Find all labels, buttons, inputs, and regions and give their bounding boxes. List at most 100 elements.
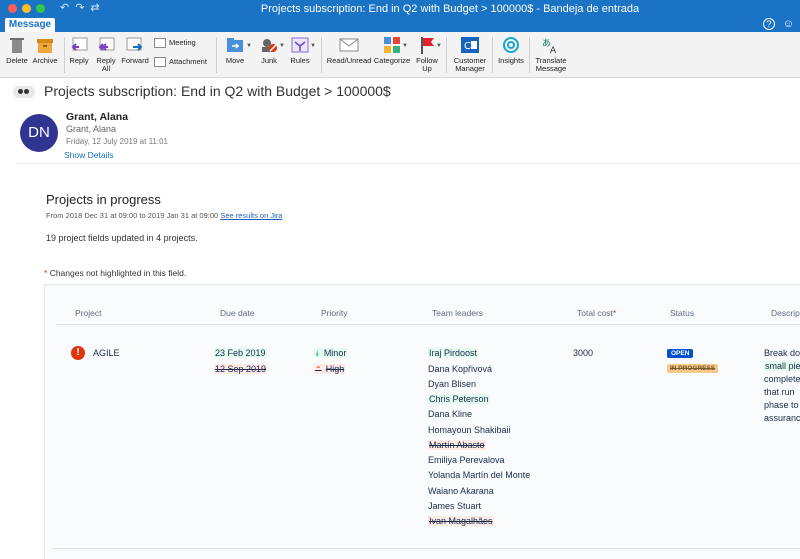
- svg-text:C: C: [464, 41, 471, 52]
- team-leader: Waiano Akarana: [428, 486, 494, 496]
- follow-up-label-2: Up: [422, 64, 432, 73]
- ribbon-tab-row: Message ? ☺: [0, 18, 800, 32]
- description-line: phase to: [764, 400, 799, 410]
- chevron-down-icon[interactable]: ▼: [279, 43, 285, 49]
- attachment-label: Attachment: [169, 56, 207, 66]
- junk-button[interactable]: Junk: [256, 36, 282, 65]
- window-title: Projects subscription: End in Q2 with Bu…: [260, 3, 640, 15]
- svg-text:A: A: [550, 46, 557, 54]
- chevron-double-down-icon: ⯯: [315, 349, 320, 358]
- folder-move-icon: [225, 36, 245, 54]
- sender-name[interactable]: Grant, Alana: [66, 111, 128, 123]
- categorize-button[interactable]: Categorize: [373, 36, 411, 65]
- archive-box-icon: [35, 36, 55, 54]
- title-bar: ↶↷⇄ Projects subscription: End in Q2 wit…: [0, 0, 800, 18]
- update-summary: 19 project fields updated in 4 projects.: [46, 233, 198, 243]
- calendar-icon: [154, 38, 166, 48]
- email-date: Friday, 12 July 2019 at 11:01: [66, 137, 168, 146]
- reply-button[interactable]: Reply: [68, 36, 90, 65]
- customer-manager-label-2: Manager: [455, 64, 485, 73]
- follow-up-button[interactable]: Follow Up: [414, 36, 440, 73]
- ribbon-divider: [492, 37, 493, 73]
- read-unread-label: Read/Unread: [326, 56, 372, 65]
- trash-icon: [7, 36, 27, 54]
- feedback-smiley-icon[interactable]: ☺: [783, 18, 794, 30]
- due-date-new-value: 23 Feb 2019: [214, 348, 267, 358]
- due-date-old-value: 12 Sep 2019: [214, 364, 268, 374]
- help-icon[interactable]: ?: [763, 18, 775, 30]
- show-details-link[interactable]: Show Details: [64, 150, 114, 160]
- archive-button[interactable]: Archive: [31, 36, 59, 65]
- envelope-icon: [339, 36, 359, 54]
- due-date-new: 23 Feb 2019: [214, 348, 267, 358]
- team-leader: Chris Peterson: [428, 394, 490, 404]
- sender-recipient: Grant, Alana: [66, 124, 117, 134]
- chevron-down-icon[interactable]: ▼: [436, 43, 442, 49]
- team-leader: Martín Abasto: [428, 440, 486, 450]
- reply-all-button[interactable]: Reply All: [94, 36, 118, 73]
- rules-button[interactable]: Rules: [288, 36, 312, 65]
- chevron-down-icon[interactable]: ▼: [246, 43, 252, 49]
- conversation-icon[interactable]: [13, 86, 35, 98]
- undo-redo-sync-icons[interactable]: ↶↷⇄: [60, 1, 106, 14]
- customer-manager-button[interactable]: C Customer Manager: [452, 36, 488, 73]
- meeting-label: Meeting: [169, 37, 196, 47]
- team-leader-name: Chris Peterson: [428, 394, 490, 404]
- header-status: Status: [670, 308, 695, 318]
- total-cost-value: 3000: [573, 348, 594, 358]
- row-divider: [52, 548, 800, 549]
- error-icon: !: [71, 346, 85, 360]
- team-leader-name: Ivan Magalhães: [428, 516, 494, 526]
- reply-icon: [69, 36, 89, 54]
- see-results-link[interactable]: See results on Jira: [220, 211, 282, 220]
- description-line: that run: [764, 387, 795, 397]
- priority-old: ⌃ High: [314, 364, 346, 374]
- meeting-button[interactable]: Meeting: [154, 38, 212, 48]
- team-leader: Homayoun Shakibaii: [428, 425, 511, 435]
- delete-label: Delete: [6, 56, 28, 65]
- minimize-window-button[interactable]: [22, 4, 31, 13]
- ribbon-toolbar: Delete Archive Reply Reply All Forward M…: [0, 32, 800, 78]
- forward-button[interactable]: Forward: [121, 36, 149, 65]
- ribbon-divider: [216, 37, 217, 73]
- description-line: Break do: [764, 348, 800, 358]
- insights-label: Insights: [498, 56, 524, 65]
- move-label: Move: [225, 56, 245, 65]
- status-badge-old: IN PROGRESS: [667, 364, 719, 373]
- tab-message[interactable]: Message: [5, 18, 55, 32]
- header-total-cost-label: Total cost: [577, 308, 613, 318]
- header-priority: Priority: [321, 308, 348, 318]
- junk-icon: [259, 36, 279, 54]
- insights-button[interactable]: Insights: [496, 36, 526, 65]
- project-name[interactable]: AGILE: [93, 348, 120, 358]
- insights-icon: [501, 36, 521, 54]
- team-leader: Dyan Blisen: [428, 379, 477, 389]
- team-leader-name: Iraj Pirdoost: [428, 348, 479, 358]
- header-team-leaders: Team leaders: [432, 308, 484, 318]
- rules-icon: [290, 36, 310, 54]
- close-window-button[interactable]: [8, 4, 17, 13]
- chevron-down-icon[interactable]: ▼: [310, 43, 316, 49]
- date-range-text: From 2018 Dec 31 at 09:00 to 2019 Jan 31…: [46, 211, 219, 220]
- subject-row: Projects subscription: End in Q2 with Bu…: [0, 78, 800, 106]
- team-leader-name: Martín Abasto: [428, 440, 486, 450]
- move-button[interactable]: Move: [222, 36, 248, 65]
- changes-note-text: Changes not highlighted in this field.: [49, 268, 187, 278]
- delete-button[interactable]: Delete: [5, 36, 29, 65]
- team-leader: Emiliya Perevalova: [428, 455, 505, 465]
- attachment-button[interactable]: Attachment: [154, 57, 214, 67]
- chevron-down-icon[interactable]: ▼: [402, 43, 408, 49]
- priority-old-value: High: [325, 364, 345, 374]
- categorize-label: Categorize: [373, 56, 411, 65]
- translate-icon: あA: [541, 36, 561, 56]
- header-due-date: Due date: [220, 308, 255, 318]
- translate-message-button[interactable]: あA Translate Message: [533, 36, 569, 73]
- date-range: From 2018 Dec 31 at 09:00 to 2019 Jan 31…: [46, 211, 282, 220]
- zoom-window-button[interactable]: [36, 4, 45, 13]
- description-line: complete: [764, 374, 800, 384]
- translate-label-2: Message: [535, 64, 567, 73]
- header-project: Project: [75, 308, 102, 318]
- status-badge: OPEN: [667, 349, 694, 358]
- reply-all-label-2: All: [101, 64, 111, 73]
- read-unread-button[interactable]: Read/Unread: [326, 36, 372, 65]
